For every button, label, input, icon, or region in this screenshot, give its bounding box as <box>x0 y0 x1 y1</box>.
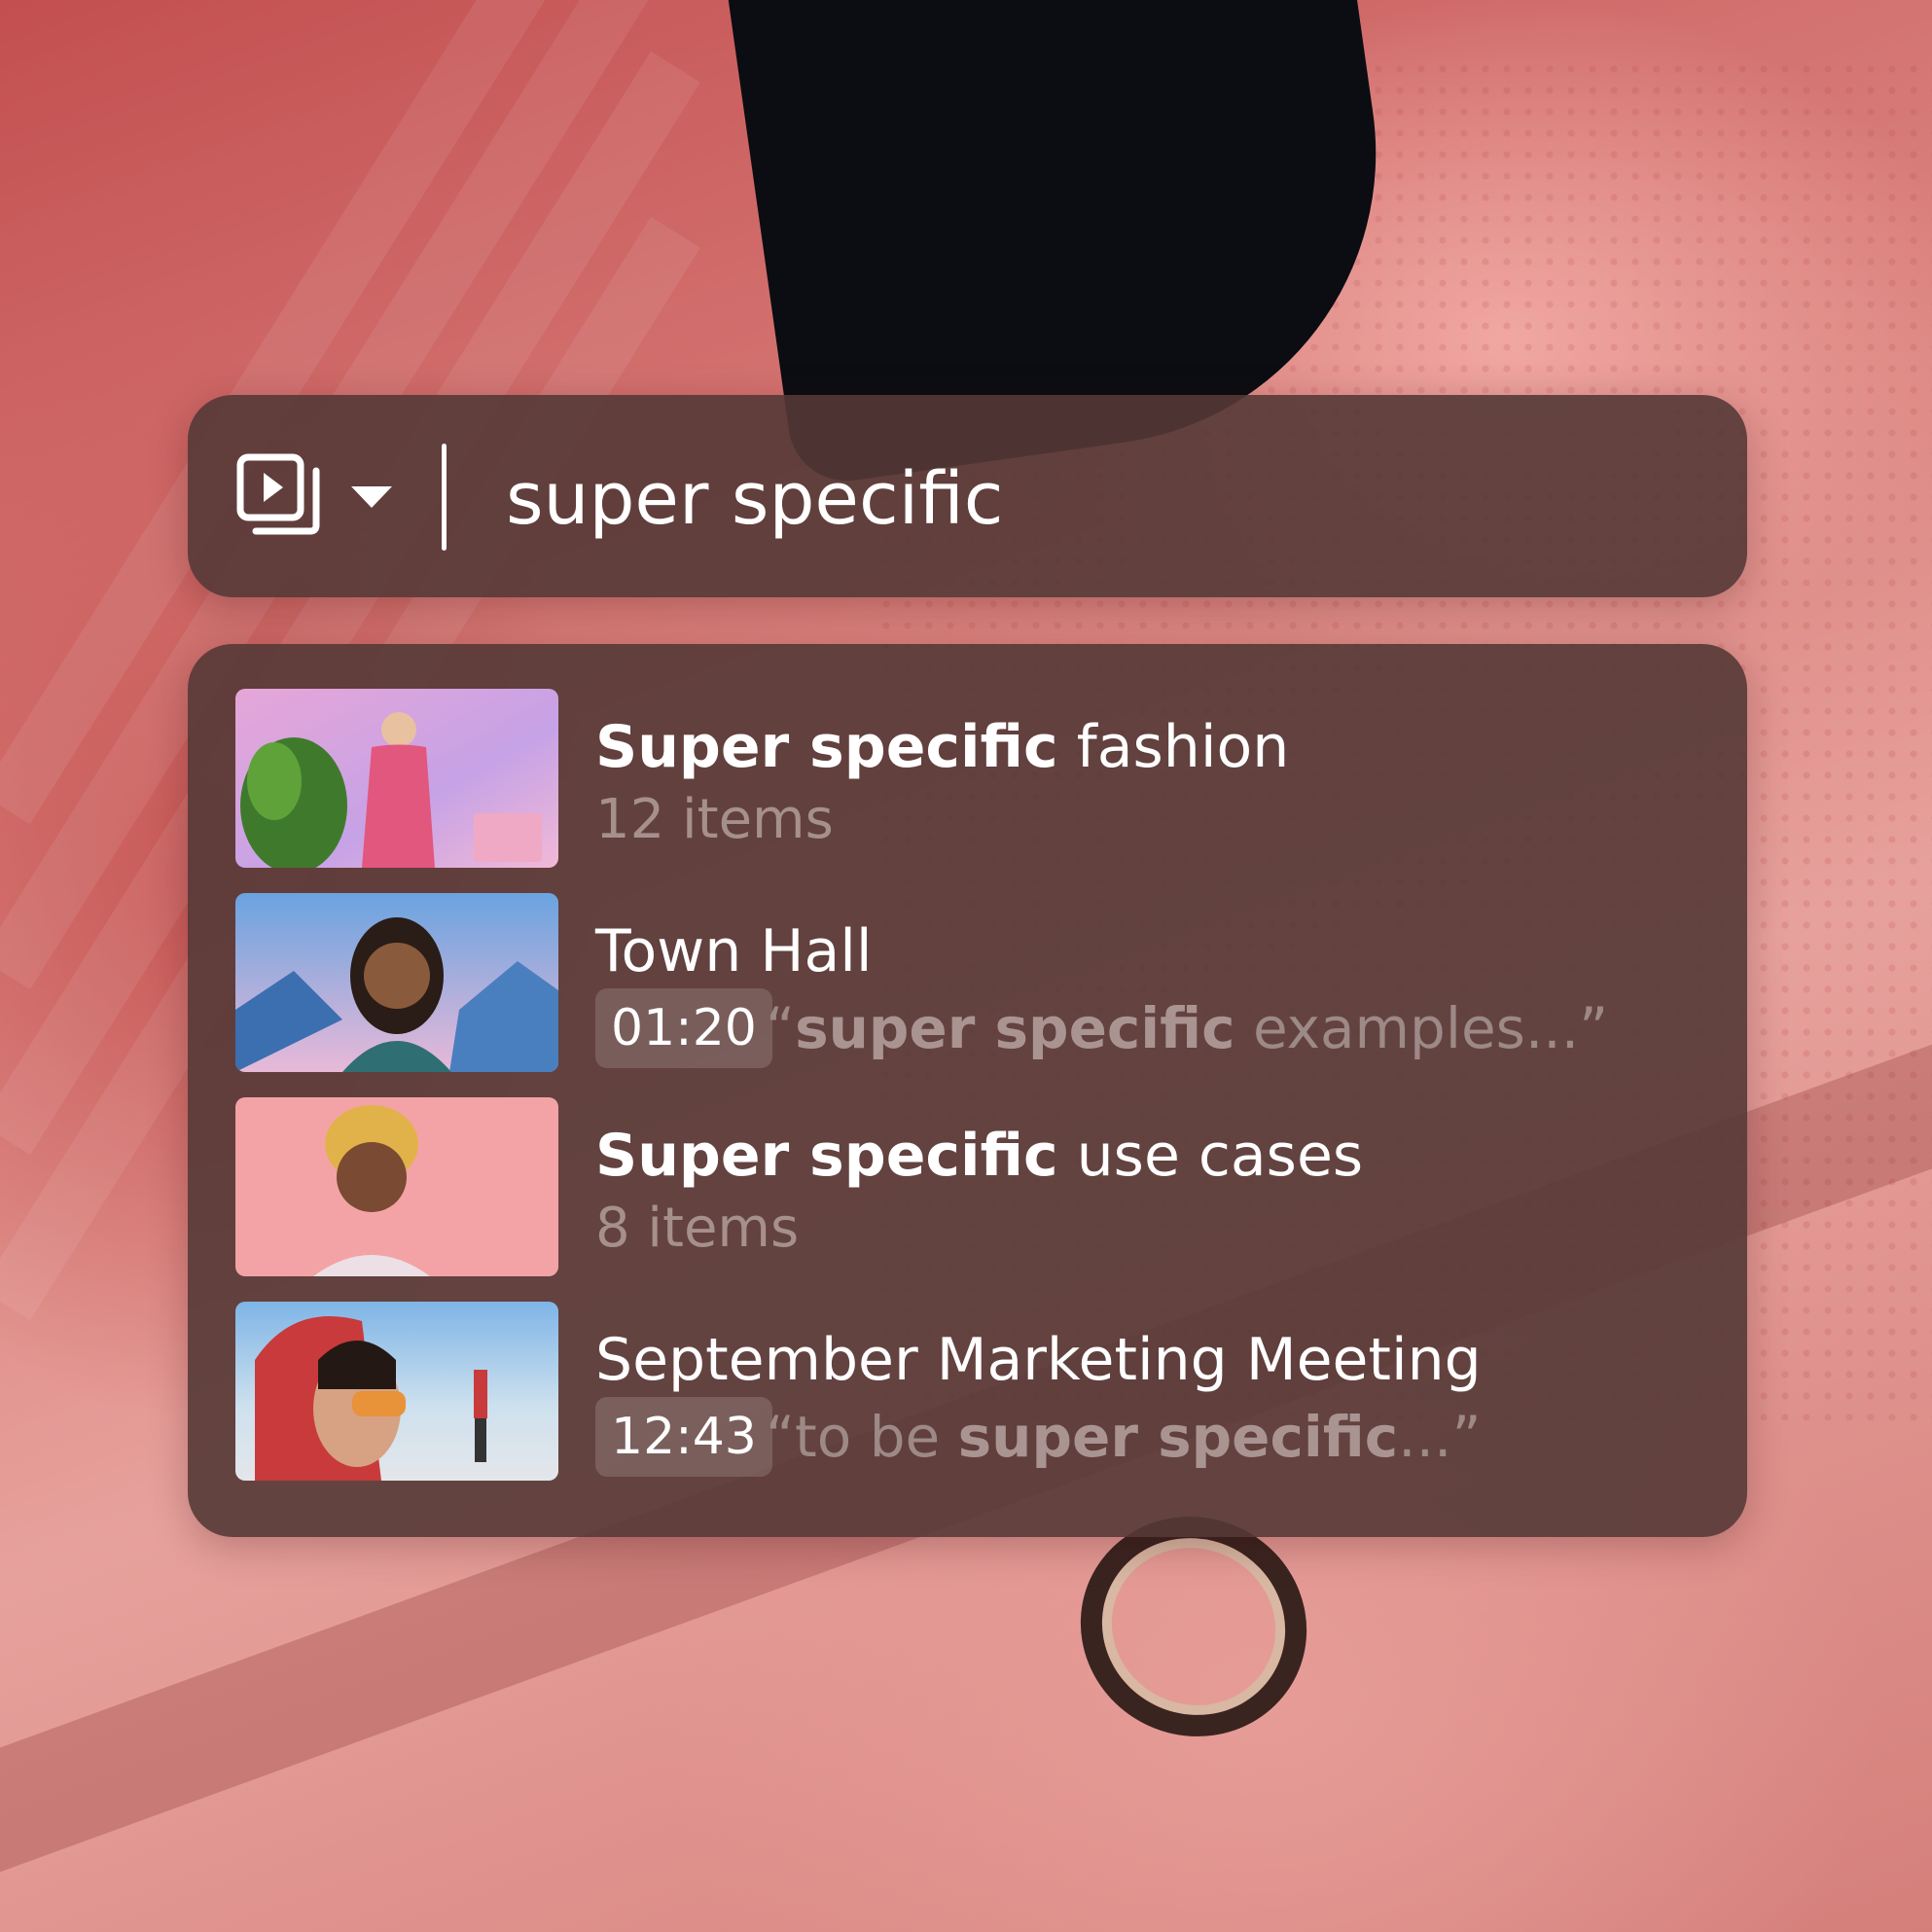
result-thumbnail <box>235 689 558 868</box>
result-item-count: 8 items <box>595 1197 800 1260</box>
search-input[interactable]: super specific <box>506 455 1004 543</box>
result-item-count: 12 items <box>595 788 834 851</box>
result-item[interactable]: Super specific use cases 8 items <box>235 1097 1714 1276</box>
result-thumbnail <box>235 1302 558 1481</box>
result-item[interactable]: September Marketing Meeting 12:43 “to be… <box>235 1302 1714 1481</box>
caret-down-icon[interactable] <box>347 481 396 512</box>
search-divider <box>442 444 447 551</box>
result-title: September Marketing Meeting <box>595 1326 1482 1394</box>
result-item[interactable]: Town Hall 01:20 “super specific examples… <box>235 893 1714 1072</box>
timestamp-badge[interactable]: 01:20 <box>595 988 772 1068</box>
transcript-snippet: “super specific examples...” <box>766 995 1609 1061</box>
transcript-snippet: “to be super specific...” <box>766 1404 1482 1470</box>
result-thumbnail <box>235 893 558 1072</box>
result-thumbnail <box>235 1097 558 1276</box>
result-item[interactable]: Super specific fashion 12 items <box>235 689 1714 868</box>
timestamp-badge[interactable]: 12:43 <box>595 1397 772 1477</box>
result-title: Super specific fashion <box>595 713 1290 781</box>
result-title: Super specific use cases <box>595 1122 1364 1190</box>
media-stack-icon[interactable] <box>236 453 324 541</box>
result-title: Town Hall <box>595 917 873 985</box>
